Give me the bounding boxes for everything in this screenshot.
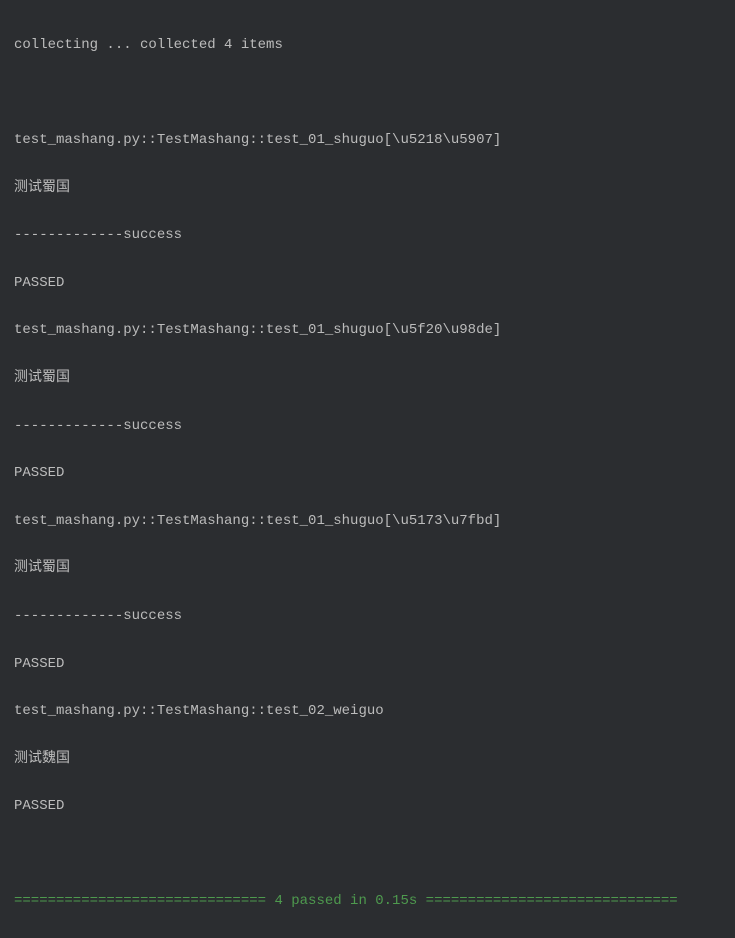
blank-line xyxy=(14,81,721,105)
test-result: -------------success xyxy=(14,415,721,439)
test-header: test_mashang.py::TestMashang::test_01_sh… xyxy=(14,319,721,343)
collecting-line: collecting ... collected 4 items xyxy=(14,34,721,58)
test-header: test_mashang.py::TestMashang::test_02_we… xyxy=(14,700,721,724)
terminal-output: collecting ... collected 4 items test_ma… xyxy=(14,10,721,938)
test-status: PASSED xyxy=(14,462,721,486)
test-status: PASSED xyxy=(14,653,721,677)
test-result: -------------success xyxy=(14,224,721,248)
test-description: 测试蜀国 xyxy=(14,557,721,581)
test-status: PASSED xyxy=(14,795,721,819)
test-header: test_mashang.py::TestMashang::test_01_sh… xyxy=(14,510,721,534)
test-description: 测试蜀国 xyxy=(14,367,721,391)
test-description: 测试魏国 xyxy=(14,748,721,772)
test-header: test_mashang.py::TestMashang::test_01_sh… xyxy=(14,129,721,153)
test-result: -------------success xyxy=(14,605,721,629)
blank-line xyxy=(14,843,721,867)
test-description: 测试蜀国 xyxy=(14,177,721,201)
summary-line: ============================== 4 passed … xyxy=(14,890,721,914)
test-status: PASSED xyxy=(14,272,721,296)
